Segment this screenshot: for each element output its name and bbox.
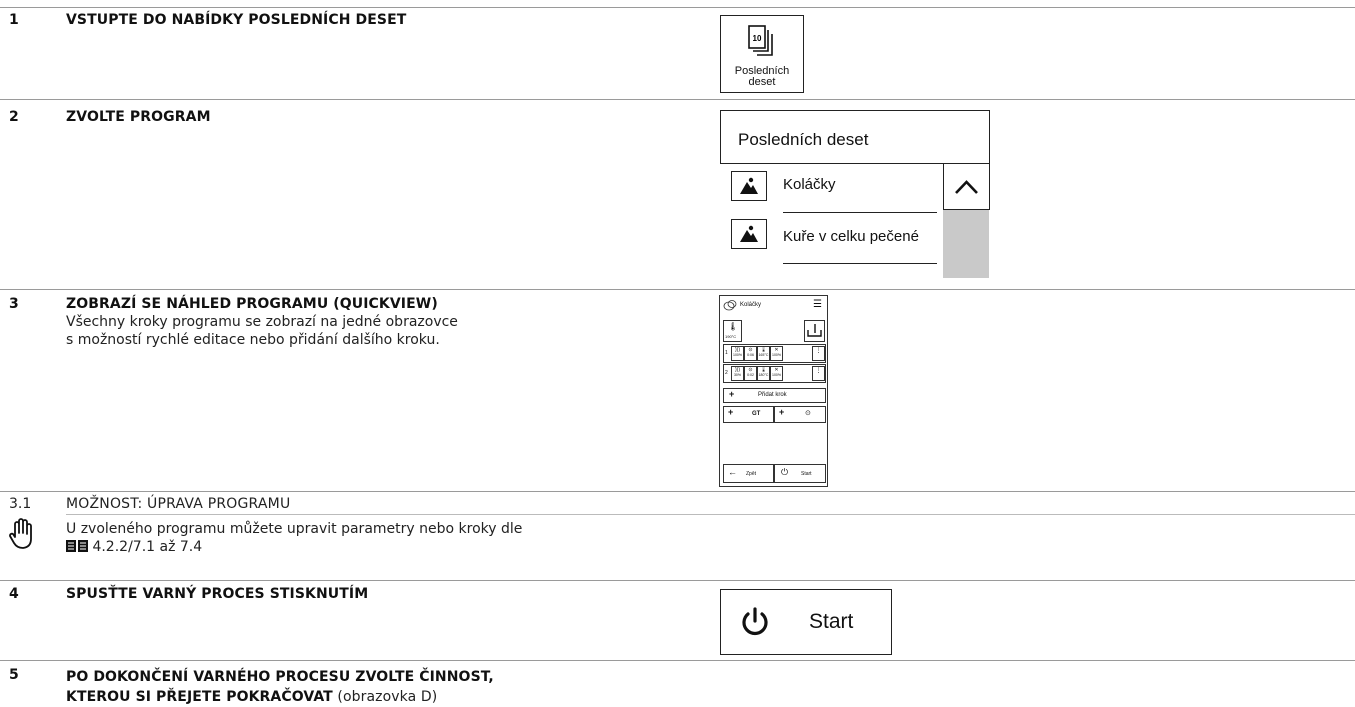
temp-cell: 🌡 165°C xyxy=(757,346,770,361)
plus-icon: + xyxy=(728,407,734,417)
step-description: Všechny kroky programu se zobrazí na jed… xyxy=(66,314,458,348)
image-placeholder-icon xyxy=(731,219,767,249)
list-item-label: Koláčky xyxy=(783,176,836,193)
book-icon xyxy=(66,540,88,552)
add-step-label: Přidat krok xyxy=(758,392,787,398)
program-step-row[interactable]: 2 ))) 30% ⊙ 0:02 🌡 180°C ✕ 100% ⋮ xyxy=(723,364,826,383)
step-description: U zvoleného programu můžete upravit para… xyxy=(66,521,523,555)
menu-icon[interactable]: ☰ xyxy=(813,300,822,310)
divider xyxy=(0,289,1355,290)
time-cell: ⊙ 0:06 xyxy=(744,346,757,361)
hand-stop-icon xyxy=(9,518,32,549)
tray-load-icon xyxy=(807,324,822,337)
step-menu-icon[interactable]: ⋮ xyxy=(812,346,825,361)
tile-label: Posledních deset xyxy=(734,65,790,88)
divider xyxy=(0,99,1355,100)
divider xyxy=(66,514,1355,515)
quickview-title: Koláčky xyxy=(740,302,762,308)
divider xyxy=(0,491,1355,492)
start-button[interactable]: Start xyxy=(720,589,892,655)
start-label: Start xyxy=(809,610,854,633)
fan-cell: ✕ 100% xyxy=(770,366,783,381)
step-number: 2 xyxy=(9,109,19,125)
time-cell: ⊙ 0:02 xyxy=(744,366,757,381)
add-step-button[interactable]: + Přidat krok xyxy=(723,388,826,403)
divider xyxy=(0,660,1355,661)
manual-reference: 4.2.2/7.1 až 7.4 xyxy=(92,539,203,555)
plus-icon: + xyxy=(729,389,735,399)
core-temp-value: 190°C xyxy=(725,334,737,339)
steam-cell: ))) 100% xyxy=(731,346,744,361)
program-list-header: Posledních deset xyxy=(720,110,990,164)
quickview-start-button[interactable]: ⏻ Start xyxy=(774,464,826,483)
program-list-title: Posledních deset xyxy=(738,130,869,149)
power-icon: ⏻ xyxy=(781,467,789,477)
cookie-icon xyxy=(723,300,737,311)
step-heading: SPUSŤTE VARNÝ PROCES STISKNUTÍM xyxy=(66,586,369,602)
list-item-label: Kuře v celku pečené xyxy=(783,228,919,245)
step-index: 1 xyxy=(725,350,728,356)
back-button[interactable]: ← Zpět xyxy=(723,464,774,483)
step-menu-icon[interactable]: ⋮ xyxy=(812,366,825,381)
step-index: 2 xyxy=(725,370,728,376)
image-placeholder-icon xyxy=(731,171,767,201)
core-temp-cell[interactable]: 🌡 190°C xyxy=(723,320,742,342)
power-icon xyxy=(742,607,768,636)
divider xyxy=(0,580,1355,581)
step-heading: PO DOKONČENÍ VARNÉHO PROCESU ZVOLTE ČINN… xyxy=(66,669,494,705)
step-number: 4 xyxy=(9,586,19,602)
temp-cell: 🌡 180°C xyxy=(757,366,770,381)
divider xyxy=(783,263,937,264)
load-icon-cell[interactable] xyxy=(804,320,825,342)
add-gt-button[interactable]: + GT xyxy=(723,406,774,423)
timer-icon: ⊙ xyxy=(805,410,811,417)
back-label: Zpět xyxy=(746,471,757,477)
fan-cell: ✕ 100% xyxy=(770,346,783,361)
start-label: Start xyxy=(801,471,812,477)
plus-icon: + xyxy=(779,407,785,417)
step-heading: MOŽNOST: ÚPRAVA PROGRAMU xyxy=(66,496,291,512)
add-timer-button[interactable]: + ⊙ xyxy=(774,406,826,423)
step-number: 3 xyxy=(9,296,19,312)
step-heading: ZOBRAZÍ SE NÁHLED PROGRAMU (QUICKVIEW) xyxy=(66,296,438,312)
step-heading: ZVOLTE PROGRAM xyxy=(66,109,211,125)
thermometer-icon: 🌡 xyxy=(728,322,739,331)
step-heading: VSTUPTE DO NABÍDKY POSLEDNÍCH DESET xyxy=(66,12,407,28)
step-number: 5 xyxy=(9,667,19,683)
step-number: 1 xyxy=(9,12,19,28)
arrow-left-icon: ← xyxy=(728,467,737,477)
divider xyxy=(783,212,937,213)
tile-icon-number: 10 xyxy=(753,34,762,43)
program-step-row[interactable]: 1 ))) 100% ⊙ 0:06 🌡 165°C ✕ 100% ⋮ xyxy=(723,344,826,363)
quickview-screen: Koláčky ☰ 🌡 190°C 1 ))) 100% ⊙ 0:06 🌡 165°C… xyxy=(719,295,828,487)
divider xyxy=(0,7,1355,8)
step-number: 3.1 xyxy=(9,496,32,512)
gt-icon: GT xyxy=(752,411,761,417)
stacked-pages-icon: 10 xyxy=(748,25,773,56)
steam-cell: ))) 30% xyxy=(731,366,744,381)
last-ten-tile[interactable]: 10 Posledních deset xyxy=(720,15,804,93)
